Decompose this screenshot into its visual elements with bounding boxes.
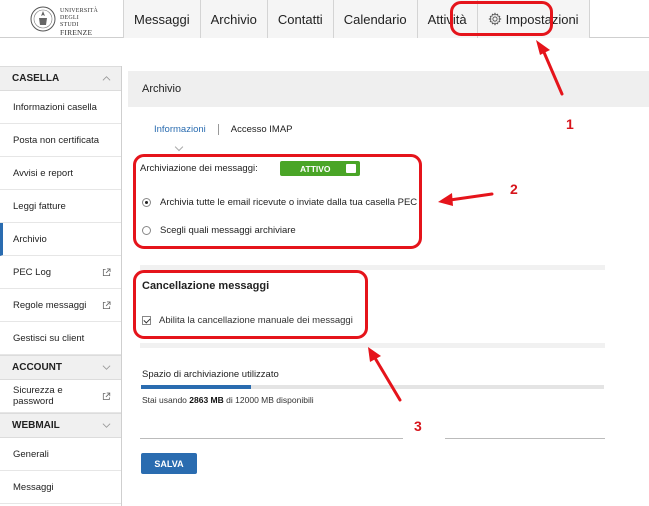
sidebar-item-informazioni-casella[interactable]: Informazioni casella — [0, 91, 121, 124]
sidebar-item-gestisci-client[interactable]: Gestisci su client — [0, 322, 121, 355]
tab-label: Messaggi — [134, 11, 190, 27]
active-tab-caret — [174, 142, 184, 152]
external-link-icon — [103, 392, 111, 400]
storage-progress-fill — [141, 385, 252, 389]
tab-archivio[interactable]: Archivio — [199, 0, 267, 38]
usage-suffix: disponibili — [276, 395, 314, 405]
tab-messaggi[interactable]: Messaggi — [123, 0, 200, 38]
sidebar-item-label: Leggi fatture — [13, 200, 66, 212]
usage-prefix: Stai usando — [142, 395, 187, 405]
annotation-number-1: 1 — [566, 116, 574, 132]
panel-header: Archivio — [128, 71, 649, 107]
content-tabs: Informazioni Accesso IMAP — [154, 124, 293, 135]
tab-label: Contatti — [277, 11, 323, 27]
sidebar-item-pec-log[interactable]: PEC Log — [0, 256, 121, 289]
tab-informazioni[interactable]: Informazioni — [154, 124, 206, 135]
sidebar-item-regole-messaggi[interactable]: Regole messaggi — [0, 289, 121, 322]
highlight-box-archiving — [133, 154, 422, 249]
sidebar-item-generali[interactable]: Generali — [0, 438, 121, 471]
logo-text: UNIVERSITÀ DEGLI STUDI FIRENZE — [60, 8, 98, 37]
tab-label: Calendario — [343, 11, 407, 27]
logo-line2: DEGLI STUDI — [60, 15, 79, 28]
section-divider — [140, 343, 605, 348]
external-link-icon — [102, 300, 111, 309]
sidebar-item-label: Posta non certificata — [13, 134, 100, 146]
tab-contatti[interactable]: Contatti — [266, 0, 333, 38]
sidebar-item-archivio[interactable]: Archivio — [0, 223, 121, 256]
section-title: CASELLA — [12, 73, 60, 84]
sidebar-item-avvisi-report[interactable]: Avvisi e report — [0, 157, 121, 190]
storage-progress-bar — [141, 385, 604, 389]
sidebar-item-label: Sicurezza e password — [13, 385, 63, 407]
university-logo[interactable]: UNIVERSITÀ DEGLI STUDI FIRENZE — [30, 5, 98, 37]
sidebar-item-label: Informazioni casella — [13, 101, 97, 113]
highlight-box-settings — [450, 1, 553, 36]
sidebar-item-leggi-fatture[interactable]: Leggi fatture — [0, 190, 121, 223]
highlight-box-deletion — [133, 270, 368, 339]
separator-line — [445, 438, 605, 439]
sidebar-item-label: Gestisci su client — [13, 332, 85, 344]
sidebar-item-label: Messaggi — [13, 481, 54, 493]
sidebar-item-sicurezza-password[interactable]: Sicurezza e password — [0, 380, 121, 413]
chevron-down-icon — [102, 365, 111, 370]
sidebar-item-label: Avvisi e report — [13, 167, 74, 179]
separator-line — [140, 438, 403, 439]
save-button[interactable]: SALVA — [141, 453, 197, 474]
page-title: Archivio — [142, 83, 182, 95]
sidebar-item-label: Regole messaggi — [13, 299, 87, 311]
sidebar-section-account[interactable]: ACCOUNT — [0, 355, 121, 380]
storage-label: Spazio di archiviazione utilizzato — [142, 369, 279, 380]
sidebar-item-label: Generali — [13, 448, 49, 460]
section-title: WEBMAIL — [12, 420, 60, 431]
external-link-icon — [102, 267, 111, 276]
usage-used: 2863 MB — [189, 395, 224, 405]
sidebar-section-webmail[interactable]: WEBMAIL — [0, 413, 121, 438]
usage-middle: di — [226, 395, 233, 405]
sidebar-item-label: PEC Log — [13, 266, 52, 278]
sidebar-item-messaggi[interactable]: Messaggi — [0, 471, 121, 504]
logo-line3: FIRENZE — [60, 28, 93, 37]
sidebar-section-casella[interactable]: CASELLA — [0, 66, 121, 91]
logo-line1: UNIVERSITÀ — [60, 8, 98, 14]
section-title: ACCOUNT — [12, 362, 62, 373]
tab-accesso-imap[interactable]: Accesso IMAP — [231, 124, 293, 135]
chevron-up-icon — [102, 76, 111, 81]
crest-icon — [30, 6, 56, 32]
sidebar: CASELLA Informazioni casella Posta non c… — [0, 66, 122, 506]
sidebar-item-label: Archivio — [13, 233, 47, 245]
usage-total: 12000 MB — [235, 395, 274, 405]
storage-usage-text: Stai usando 2863 MB di 12000 MB disponib… — [142, 395, 314, 405]
annotation-number-2: 2 — [510, 181, 518, 197]
tab-calendario[interactable]: Calendario — [332, 0, 417, 38]
chevron-down-icon — [102, 423, 111, 428]
sidebar-item-posta-non-certificata[interactable]: Posta non certificata — [0, 124, 121, 157]
annotation-number-3: 3 — [414, 418, 422, 434]
tab-label: Archivio — [210, 11, 257, 27]
tab-separator — [217, 124, 219, 135]
